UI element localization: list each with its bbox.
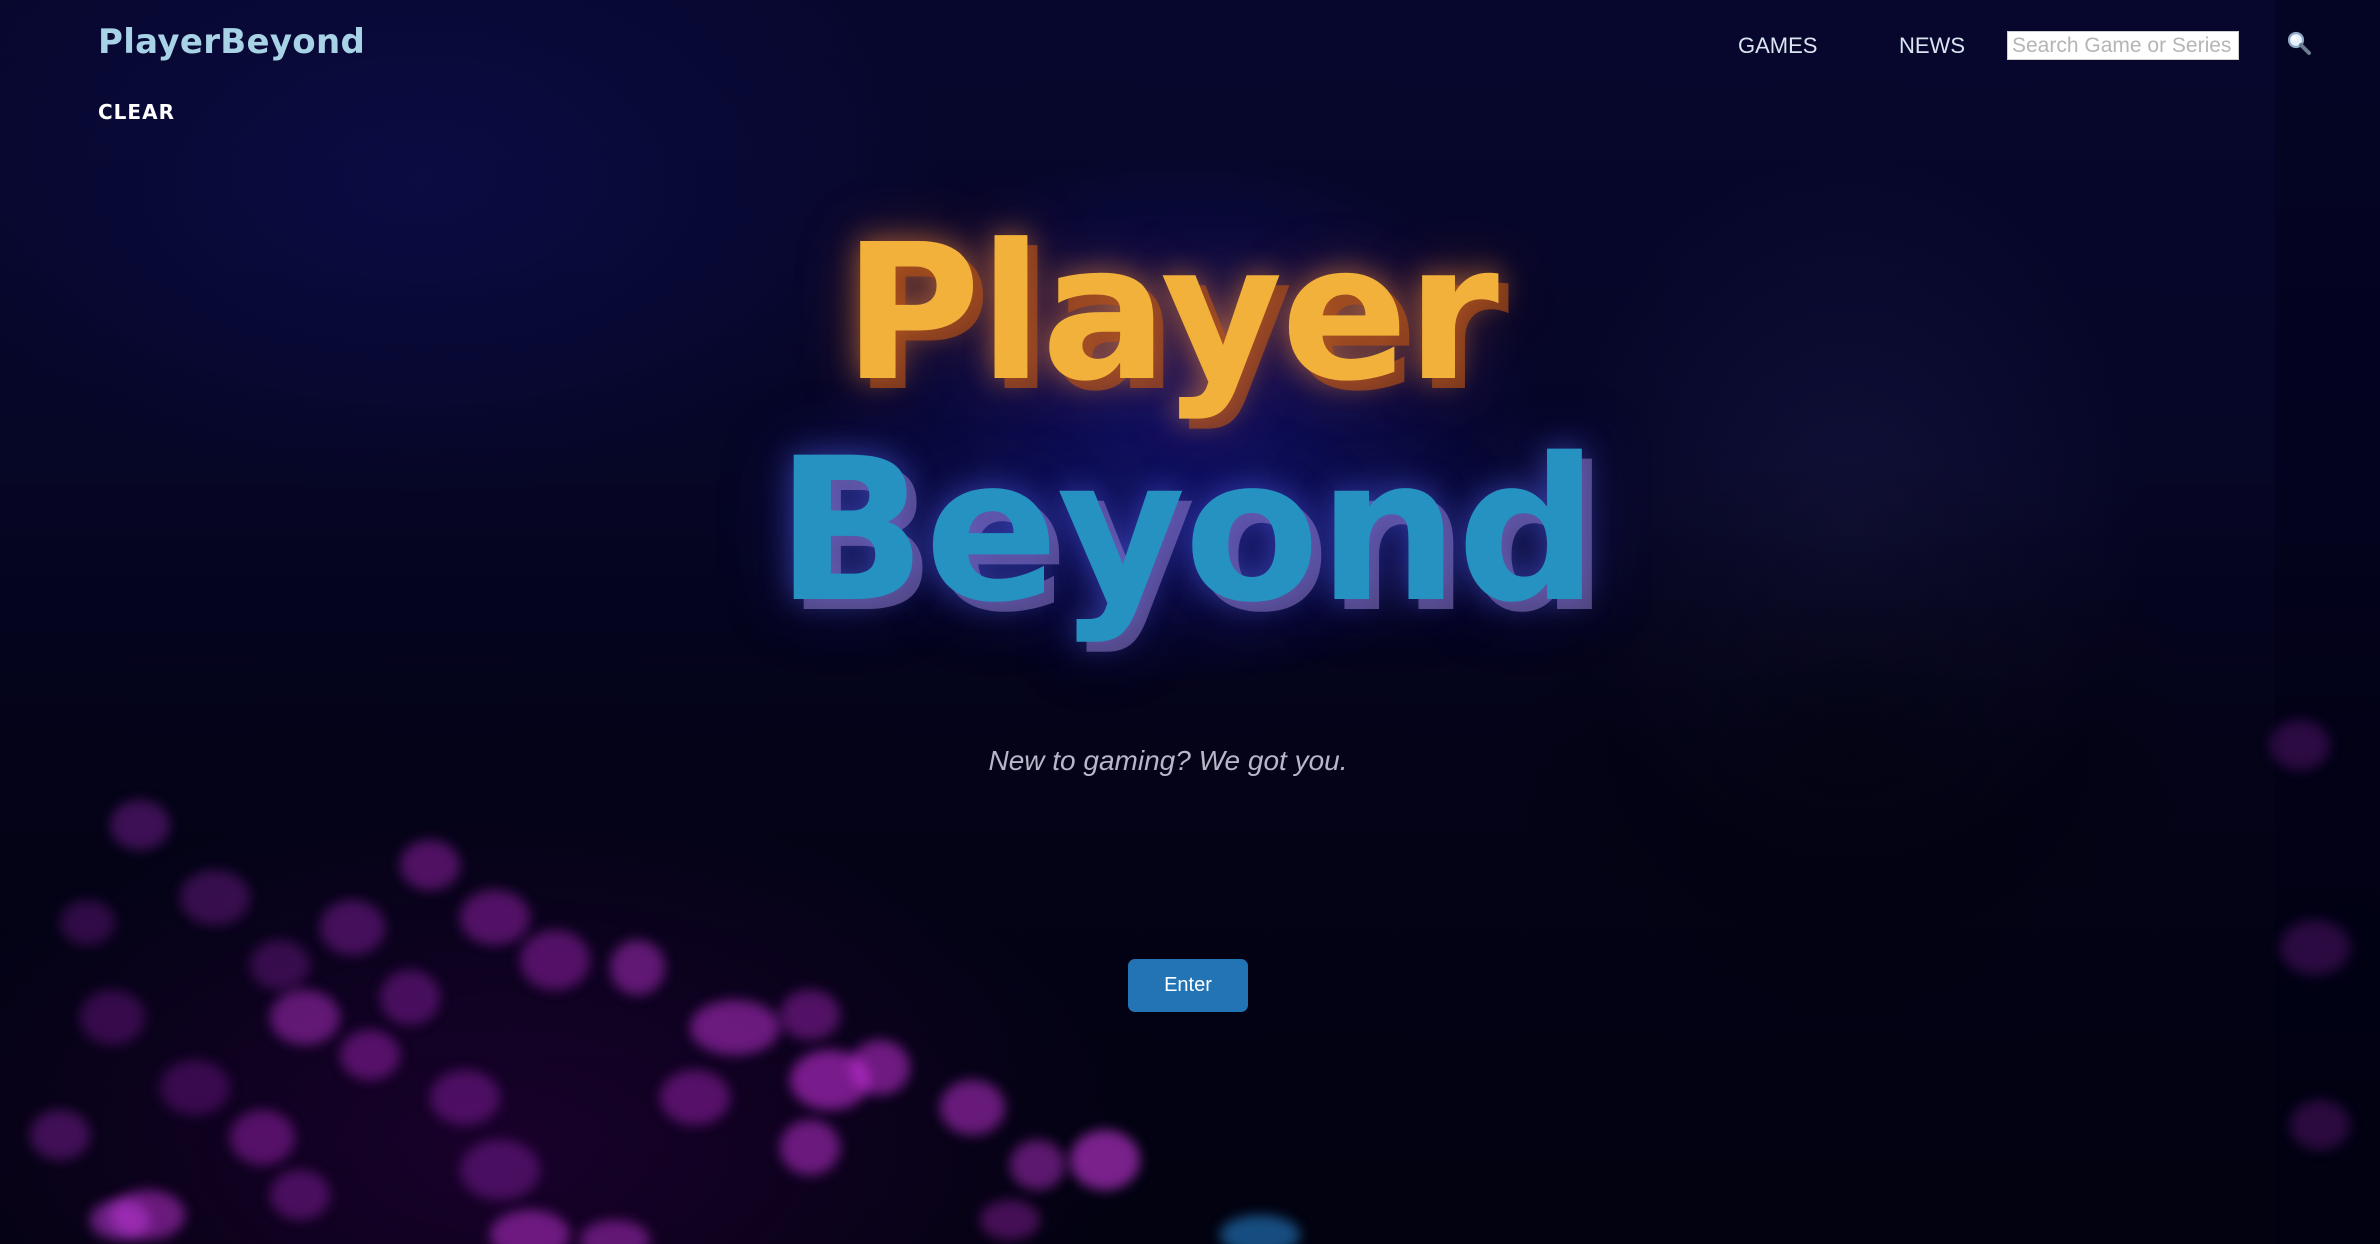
enter-button[interactable]: Enter: [1128, 959, 1248, 1012]
hero-tagline: New to gaming? We got you.: [988, 745, 1348, 776]
clear-button[interactable]: CLEAR: [98, 100, 175, 124]
landing-page: PlayerBeyond CLEAR GAMES NEWS Player Bey…: [0, 0, 2380, 1244]
search-icon[interactable]: [2286, 30, 2312, 56]
nav-news-link[interactable]: NEWS: [1899, 33, 1965, 59]
nav-games-link[interactable]: GAMES: [1738, 33, 1817, 59]
search-input[interactable]: [2007, 31, 2239, 60]
hero-title-beyond: Beyond: [775, 415, 1599, 646]
brand-logo[interactable]: PlayerBeyond: [98, 22, 365, 62]
hero-title-player: Player: [842, 204, 1499, 423]
